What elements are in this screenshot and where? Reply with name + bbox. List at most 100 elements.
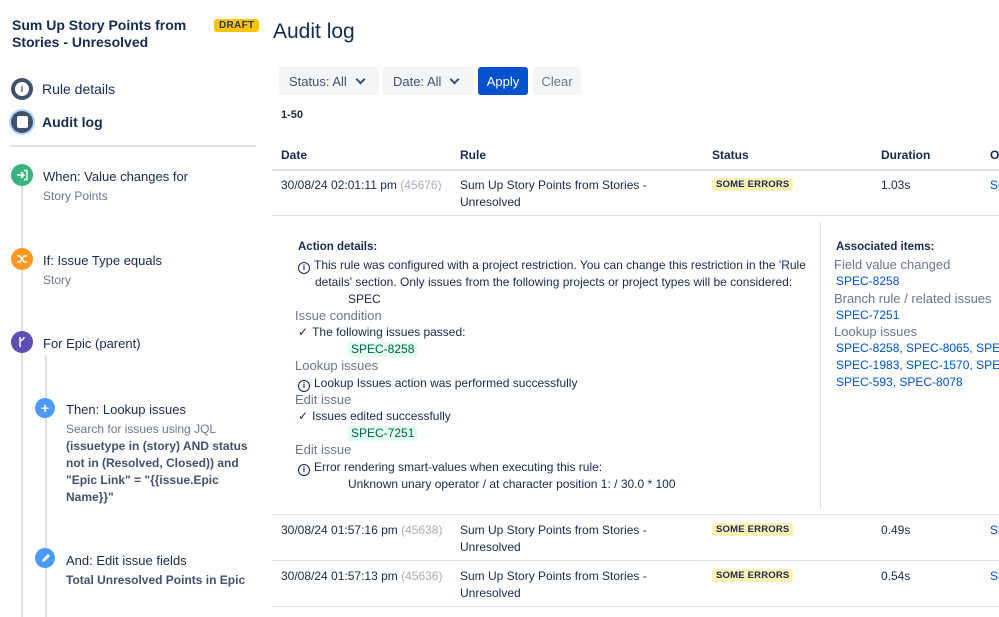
- component-condition-subtitle: Story: [43, 273, 72, 287]
- component-edit-subtitle: Total Unresolved Points in Epic: [66, 572, 245, 589]
- row-1-rule-line1: Sum Up Story Points from Stories -: [460, 178, 647, 192]
- row-1-rule-line2: Unresolved: [460, 195, 521, 209]
- error-detail: Unknown unary operator / at character po…: [348, 477, 676, 491]
- section-issue-condition: Issue condition: [295, 308, 382, 323]
- row-2-output-link[interactable]: Sl: [990, 523, 999, 537]
- nav-rule-details-label: Rule details: [42, 81, 116, 97]
- row-1-duration: 1.03s: [881, 178, 911, 192]
- row-1-date-text: 30/08/24 02:01:11 pm: [281, 178, 397, 192]
- column-header-output[interactable]: O: [990, 148, 999, 162]
- row-3-rule: Sum Up Story Points from Stories - Unres…: [460, 568, 647, 602]
- error-message-text: Error rendering smart-values when execut…: [314, 460, 603, 474]
- component-trigger-subtitle: Story Points: [43, 189, 108, 203]
- trigger-icon: [11, 164, 33, 186]
- component-lookup-issues[interactable]: + Then: Lookup issues Search for issues …: [0, 395, 255, 507]
- field-value-changed-label: Field value changed: [834, 257, 951, 272]
- check-icon: ✓: [298, 409, 309, 423]
- edited-issue-tag[interactable]: SPEC-7251: [348, 426, 418, 441]
- clear-button[interactable]: Clear: [533, 67, 581, 95]
- row-2-status-badge: SOME ERRORS: [712, 523, 794, 536]
- info-icon: i: [298, 380, 310, 392]
- nav-rule-details[interactable]: i Rule details: [11, 77, 115, 101]
- component-lookup-subtitle-prefix: Search for issues using JQL: [66, 422, 217, 436]
- section-lookup-issues: Lookup issues: [295, 358, 379, 373]
- column-header-duration[interactable]: Duration: [881, 148, 930, 162]
- component-edit-fields[interactable]: And: Edit issue fields Total Unresolved …: [0, 545, 255, 590]
- audit-log-icon: [11, 111, 33, 133]
- passed-line-text: The following issues passed:: [312, 325, 466, 339]
- component-branch[interactable]: For Epic (parent): [0, 328, 250, 358]
- component-edit-title: And: Edit issue fields: [66, 553, 187, 568]
- lookup-issues-links-1[interactable]: SPEC-8258, SPEC-8065, SPE: [836, 341, 999, 355]
- edited-message-text: Issues edited successfully: [312, 409, 451, 423]
- condition-shuffle-icon: [11, 248, 33, 270]
- branch-icon: [11, 331, 33, 353]
- branch-rule-label: Branch rule / related issues: [834, 291, 992, 306]
- row-1-status-badge: SOME ERRORS: [712, 178, 794, 191]
- row-2-date[interactable]: 30/08/24 01:57:16 pm (45638): [281, 522, 442, 539]
- restriction-line-2: details' section. Only issues from the f…: [315, 275, 793, 289]
- plus-icon: +: [35, 398, 55, 418]
- row-2-rule-line2: Unresolved: [460, 540, 521, 554]
- lookup-issues-label: Lookup issues: [834, 324, 918, 339]
- status-filter-dropdown[interactable]: Status: All: [279, 67, 379, 95]
- draft-badge: DRAFT: [214, 19, 260, 32]
- column-header-date[interactable]: Date: [281, 148, 307, 162]
- lookup-issues-links-2[interactable]: SPEC-1983, SPEC-1570, SPE: [836, 358, 999, 372]
- audit-log-main: Audit log Status: All Date: All Apply Cl…: [272, 0, 999, 617]
- row-1-output-link[interactable]: Sl: [990, 178, 999, 192]
- rule-title: Sum Up Story Points from Stories - Unres…: [12, 17, 187, 50]
- error-message: i Error rendering smart-values when execu…: [298, 459, 602, 476]
- component-trigger[interactable]: When: Value changes for Story Points: [0, 160, 250, 210]
- action-details-heading: Action details:: [298, 241, 378, 253]
- row-1-date[interactable]: 30/08/24 02:01:11 pm (45676): [281, 177, 442, 194]
- nav-audit-log[interactable]: Audit log: [11, 110, 103, 134]
- component-lookup-jql: (issuetype in (story) AND status not in …: [66, 439, 248, 504]
- rule-sidebar: Sum Up Story Points from Stories - Unres…: [0, 0, 262, 617]
- row-divider: [272, 215, 999, 216]
- edited-message: ✓ Issues edited successfully: [298, 408, 451, 425]
- lookup-message: i Lookup Issues action was performed succ…: [298, 375, 577, 392]
- check-icon: ✓: [298, 325, 309, 339]
- sidebar-divider: [11, 145, 256, 147]
- component-condition-title: If: Issue Type equals: [43, 253, 162, 268]
- lookup-issues-links-3[interactable]: SPEC-593, SPEC-8078: [836, 375, 963, 389]
- field-value-changed-link[interactable]: SPEC-8258: [836, 274, 899, 288]
- row-divider: [272, 514, 999, 515]
- restriction-line-1-text: This rule was configured with a project …: [314, 258, 806, 272]
- date-filter-dropdown[interactable]: Date: All: [383, 67, 473, 95]
- section-edit-issue-1: Edit issue: [295, 392, 352, 407]
- passed-issue-tag[interactable]: SPEC-8258: [348, 342, 418, 357]
- row-3-execution-id: (45636): [401, 569, 443, 583]
- column-header-rule[interactable]: Rule: [460, 148, 486, 162]
- row-2-date-text: 30/08/24 01:57:16 pm: [281, 523, 398, 537]
- row-3-rule-line1: Sum Up Story Points from Stories -: [460, 569, 647, 583]
- component-lookup-subtitle: Search for issues using JQL (issuetype i…: [66, 421, 251, 506]
- row-3-date[interactable]: 30/08/24 01:57:13 pm (45636): [281, 568, 442, 585]
- restriction-line-1: i This rule was configured with a project…: [298, 257, 806, 274]
- column-header-status[interactable]: Status: [712, 148, 749, 162]
- result-range: 1-50: [281, 109, 304, 121]
- chevron-down-icon: [355, 74, 366, 84]
- row-1-rule: Sum Up Story Points from Stories - Unres…: [460, 177, 647, 211]
- row-3-status-badge: SOME ERRORS: [712, 569, 794, 582]
- nav-audit-log-label: Audit log: [42, 114, 103, 130]
- page-title: Audit log: [273, 20, 355, 43]
- info-icon: i: [298, 262, 310, 274]
- row-3-rule-line2: Unresolved: [460, 586, 521, 600]
- component-branch-title: For Epic (parent): [43, 336, 141, 351]
- branch-rule-link[interactable]: SPEC-7251: [836, 308, 899, 322]
- apply-button[interactable]: Apply: [478, 67, 528, 95]
- row-divider: [272, 606, 999, 607]
- component-trigger-title: When: Value changes for: [43, 169, 189, 184]
- status-filter-label: Status: All: [289, 73, 347, 89]
- details-divider: [820, 222, 821, 509]
- lookup-message-text: Lookup Issues action was performed succe…: [314, 376, 578, 390]
- table-header-divider: [272, 169, 999, 171]
- component-lookup-title: Then: Lookup issues: [66, 402, 186, 417]
- component-condition[interactable]: If: Issue Type equals Story: [0, 244, 250, 294]
- date-filter-label: Date: All: [393, 73, 442, 89]
- row-3-output-link[interactable]: Sl: [990, 569, 999, 583]
- row-2-duration: 0.49s: [881, 523, 911, 537]
- row-3-date-text: 30/08/24 01:57:13 pm: [281, 569, 398, 583]
